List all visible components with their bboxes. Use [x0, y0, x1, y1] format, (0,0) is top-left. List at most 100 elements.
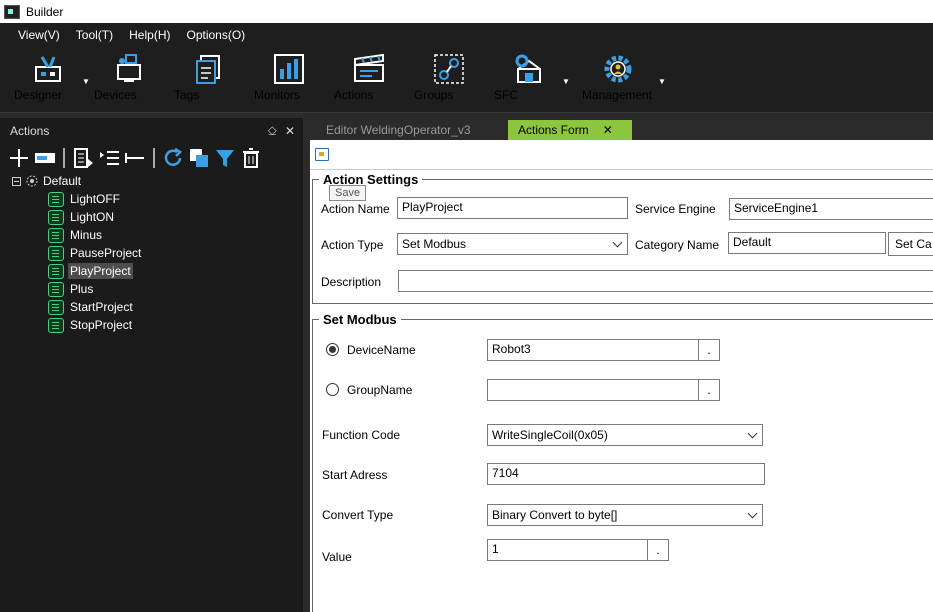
tags-button[interactable]: Tags	[174, 53, 244, 109]
category-name-field[interactable]: Default	[728, 232, 886, 254]
main-toolbar: Designer ▼ Devices Tags Monitors Actions…	[0, 47, 933, 113]
value-browse-button[interactable]: .	[647, 539, 669, 561]
actions-panel-title: Actions	[10, 124, 50, 138]
value-field[interactable]: 1	[487, 539, 648, 561]
actions-panel-toolbar	[0, 144, 303, 172]
menu-tool[interactable]: Tool(T)	[76, 28, 113, 42]
menu-view[interactable]: View(V)	[18, 28, 60, 42]
save-icon[interactable]	[315, 148, 329, 161]
start-address-field[interactable]: 7104	[487, 463, 765, 485]
rename-icon[interactable]	[34, 147, 56, 169]
actions-panel: Actions ⎐ ✕ Default LightOFF LightON Min…	[0, 118, 303, 612]
set-category-button[interactable]: Set Ca	[888, 232, 933, 256]
chevron-down-icon	[612, 237, 623, 248]
group-name-radio[interactable]	[326, 383, 339, 396]
category-name-label: Category Name	[635, 238, 720, 252]
group-name-field[interactable]	[487, 379, 699, 401]
tags-icon	[192, 53, 226, 85]
devices-button[interactable]: Devices	[94, 53, 164, 109]
action-item-icon	[48, 227, 64, 243]
indent-icon[interactable]	[98, 147, 120, 169]
tab-editor[interactable]: Editor WeldingOperator_v3	[316, 120, 506, 140]
tree-item-plus[interactable]: Plus	[48, 280, 303, 298]
close-tab-icon[interactable]: ✕	[603, 123, 613, 137]
monitors-button[interactable]: Monitors	[254, 53, 324, 109]
action-item-icon	[48, 191, 64, 207]
device-name-browse-button[interactable]: .	[698, 339, 720, 361]
monitors-icon	[272, 53, 306, 85]
pin-icon[interactable]: ⎐	[267, 124, 276, 139]
action-item-icon	[48, 245, 64, 261]
device-name-label: DeviceName	[347, 343, 416, 357]
function-code-label: Function Code	[322, 428, 401, 442]
tree-item-stopproject[interactable]: StopProject	[48, 316, 303, 334]
group-name-label: GroupName	[347, 383, 413, 397]
description-field[interactable]	[398, 270, 933, 292]
tree-item-startproject[interactable]: StartProject	[48, 298, 303, 316]
designer-button[interactable]: Designer	[14, 53, 84, 109]
tab-actions-form[interactable]: Actions Form ✕	[508, 120, 632, 140]
service-engine-label: Service Engine	[635, 202, 716, 216]
menu-help[interactable]: Help(H)	[129, 28, 170, 42]
refresh-icon[interactable]	[162, 147, 184, 169]
actions-label: Actions	[334, 88, 374, 102]
action-item-icon	[48, 209, 64, 225]
tree-item-pauseproject[interactable]: PauseProject	[48, 244, 303, 262]
management-dropdown-icon[interactable]: ▼	[658, 77, 666, 86]
management-label: Management	[582, 88, 653, 102]
action-type-label: Action Type	[321, 238, 384, 252]
groups-button[interactable]: Groups	[414, 53, 484, 109]
management-icon	[601, 53, 635, 85]
start-address-label: Start Adress	[322, 468, 388, 482]
title-bar: Builder	[0, 0, 933, 23]
device-name-field[interactable]: Robot3	[487, 339, 699, 361]
action-item-icon	[48, 317, 64, 333]
menu-bar: View(V) Tool(T) Help(H) Options(O)	[0, 23, 933, 47]
add-icon[interactable]	[8, 147, 30, 169]
list-icon[interactable]	[72, 147, 94, 169]
copy-icon[interactable]	[188, 147, 210, 169]
window-title: Builder	[26, 4, 64, 19]
service-engine-field[interactable]: ServiceEngine1	[729, 198, 933, 220]
convert-type-select[interactable]: Binary Convert to byte[]	[487, 504, 763, 526]
action-type-select[interactable]: Set Modbus	[397, 233, 628, 255]
action-name-field[interactable]: PlayProject	[397, 197, 628, 219]
designer-icon	[32, 53, 66, 85]
sfc-button[interactable]: SFC	[494, 53, 564, 109]
save-tooltip: Save	[329, 185, 367, 201]
management-button[interactable]: Management	[582, 53, 654, 109]
sfc-label: SFC	[494, 88, 518, 102]
actions-panel-header: Actions ⎐ ✕	[0, 118, 303, 144]
tree-item-minus[interactable]: Minus	[48, 226, 303, 244]
sfc-icon	[512, 53, 546, 85]
groups-icon	[432, 53, 466, 85]
filter-icon[interactable]	[214, 147, 236, 169]
devices-icon	[112, 53, 146, 85]
designer-dropdown-icon[interactable]: ▼	[82, 77, 90, 86]
sfc-dropdown-icon[interactable]: ▼	[562, 77, 570, 86]
tree-item-playproject[interactable]: PlayProject	[48, 262, 303, 280]
convert-type-label: Convert Type	[322, 508, 394, 522]
tree-root-default[interactable]: Default	[12, 172, 303, 190]
tree-item-lighton[interactable]: LightON	[48, 208, 303, 226]
close-panel-icon[interactable]: ✕	[285, 124, 295, 139]
group-name-browse-button[interactable]: .	[698, 379, 720, 401]
collapse-toggle-icon[interactable]	[12, 176, 21, 186]
tree-folder-icon	[25, 174, 39, 188]
value-label: Value	[322, 550, 352, 564]
chevron-down-icon	[747, 428, 758, 439]
collapse-icon[interactable]	[124, 147, 146, 169]
toolbar-separator	[63, 148, 65, 168]
groups-label: Groups	[414, 88, 454, 102]
monitors-label: Monitors	[254, 88, 301, 102]
device-name-radio[interactable]	[326, 343, 339, 356]
actions-button[interactable]: Actions	[334, 53, 404, 109]
actions-icon	[352, 53, 386, 85]
delete-icon[interactable]	[240, 147, 262, 169]
description-label: Description	[321, 275, 382, 289]
function-code-select[interactable]: WriteSingleCoil(0x05)	[487, 424, 763, 446]
designer-label: Designer	[14, 88, 63, 102]
menu-options[interactable]: Options(O)	[186, 28, 245, 42]
action-item-icon	[48, 281, 64, 297]
tree-item-lightoff[interactable]: LightOFF	[48, 190, 303, 208]
